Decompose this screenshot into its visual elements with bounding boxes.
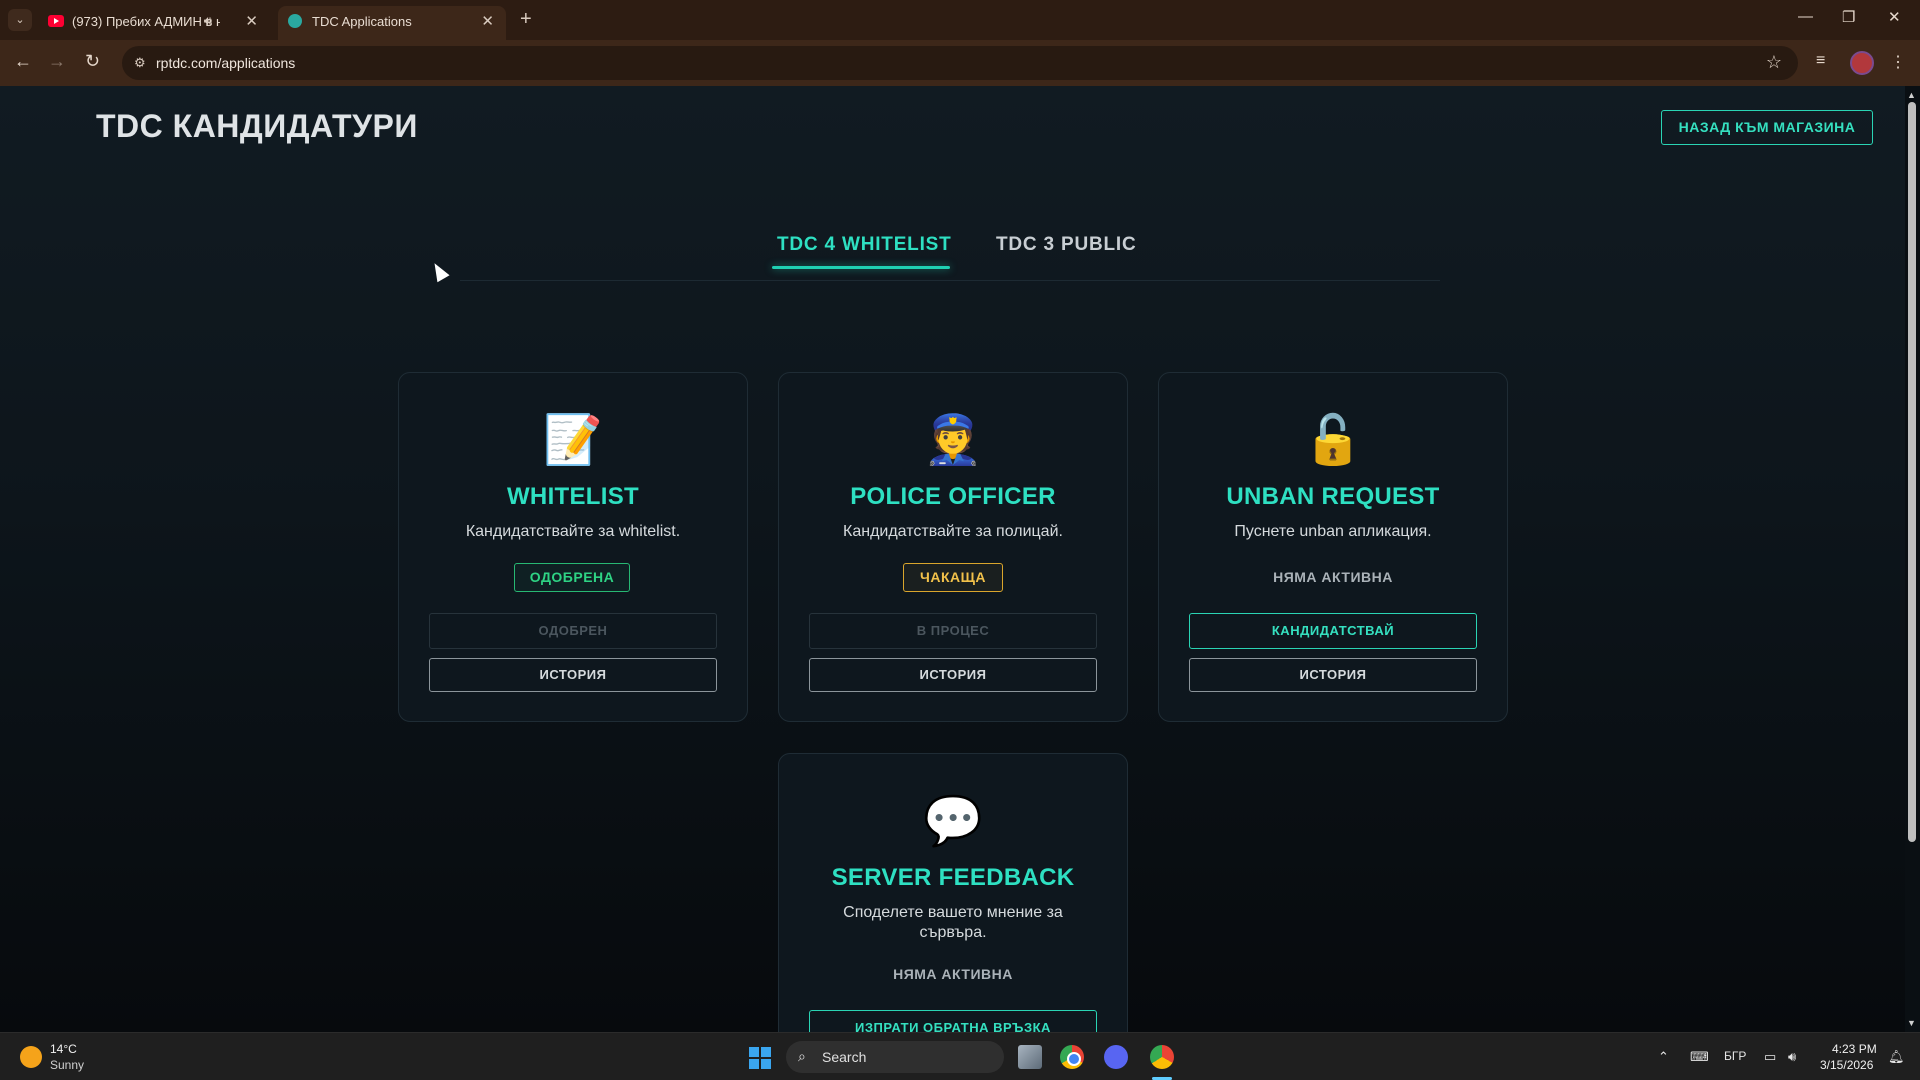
status-text: НЯМА АКТИВНА bbox=[1273, 569, 1393, 585]
media-control-icon[interactable]: ≡ bbox=[1816, 52, 1825, 70]
browser-tab-tdc[interactable]: TDC Applications ✕ bbox=[278, 6, 506, 40]
site-info-icon[interactable]: ⚙ bbox=[134, 55, 146, 71]
card-description: Пуснете unban апликация. bbox=[1234, 523, 1432, 540]
sun-icon[interactable] bbox=[20, 1046, 42, 1068]
keyboard-icon[interactable]: ⌨ bbox=[1690, 1049, 1709, 1065]
forward-arrow-icon[interactable]: → bbox=[48, 51, 66, 72]
search-icon: ⌕ bbox=[798, 1048, 806, 1064]
speech-bubble-icon: 💬 bbox=[923, 795, 983, 848]
weather-condition[interactable]: Sunny bbox=[50, 1058, 84, 1072]
status-badge: ОДОБРЕНА bbox=[514, 563, 630, 592]
memo-icon: 📝 bbox=[543, 414, 603, 467]
taskbar-search[interactable]: ⌕ Search bbox=[786, 1041, 1004, 1073]
page-title: TDC КАНДИДАТУРИ bbox=[96, 108, 418, 144]
clock-date[interactable]: 3/15/2026 bbox=[1820, 1058, 1873, 1072]
tab-search-button[interactable]: ⌄ bbox=[8, 9, 32, 31]
application-card-server-feedback: 💬 SERVER FEEDBACK Споделете вашето мнени… bbox=[778, 753, 1128, 1032]
scroll-up-icon[interactable]: ▲ bbox=[1907, 90, 1916, 100]
clock-time[interactable]: 4:23 PM bbox=[1832, 1042, 1877, 1056]
applications-page: TDC КАНДИДАТУРИ НАЗАД КЪМ МАГАЗИНА TDC 4… bbox=[0, 86, 1905, 1032]
card-description: Кандидатствайте за полицай. bbox=[843, 523, 1063, 540]
approved-button: ОДОБРЕН bbox=[429, 613, 717, 649]
tab-tdc3-public[interactable]: TDC 3 PUBLIC bbox=[996, 234, 1137, 256]
scrollbar-thumb[interactable] bbox=[1908, 102, 1916, 842]
new-tab-icon[interactable]: + bbox=[520, 8, 532, 31]
address-bar[interactable]: ⚙ rptdc.com/applications ☆ bbox=[122, 46, 1798, 80]
speaker-icon[interactable]: 🔊︎ bbox=[204, 13, 212, 29]
language-indicator[interactable]: БГР bbox=[1724, 1049, 1746, 1063]
history-button[interactable]: ИСТОРИЯ bbox=[1189, 658, 1477, 692]
chevron-up-icon[interactable]: ⌃ bbox=[1658, 1049, 1669, 1065]
chrome-profile-icon[interactable] bbox=[1150, 1045, 1174, 1069]
browser-tab-youtube[interactable]: (973) Пребих АДМИН в на 🔊︎ ✕ bbox=[38, 6, 270, 40]
back-arrow-icon[interactable]: ← bbox=[14, 51, 32, 72]
tab-title: TDC Applications bbox=[312, 14, 412, 29]
history-button[interactable]: ИСТОРИЯ bbox=[809, 658, 1097, 692]
card-title: SERVER FEEDBACK bbox=[831, 864, 1075, 891]
browser-tab-bar: ⌄ (973) Пребих АДМИН в на 🔊︎ ✕ TDC Appli… bbox=[0, 0, 1920, 40]
card-description: Кандидатствайте за whitelist. bbox=[465, 523, 681, 540]
profile-avatar[interactable] bbox=[1850, 51, 1874, 75]
volume-icon[interactable]: 🔊︎ bbox=[1788, 1049, 1796, 1065]
card-description: Споделете вашето мнение за сървъра. bbox=[843, 904, 1063, 941]
card-title: UNBAN REQUEST bbox=[1226, 483, 1440, 510]
status-text: НЯМА АКТИВНА bbox=[893, 966, 1013, 982]
apply-button[interactable]: КАНДИДАТСТВАЙ bbox=[1189, 613, 1477, 649]
history-button[interactable]: ИСТОРИЯ bbox=[429, 658, 717, 692]
unlock-icon: 🔓 bbox=[1303, 414, 1363, 467]
window-close-icon[interactable]: ✕ bbox=[1888, 8, 1901, 26]
tab-title: (973) Пребих АДМИН в на bbox=[72, 14, 220, 29]
discord-icon[interactable] bbox=[1104, 1045, 1128, 1069]
in-progress-button: В ПРОЦЕС bbox=[809, 613, 1097, 649]
restore-icon[interactable]: ❐ bbox=[1842, 8, 1855, 26]
browser-toolbar: ← → ↻ ⚙ rptdc.com/applications ☆ ≡ ⋮ bbox=[0, 40, 1920, 86]
card-title: POLICE OFFICER bbox=[850, 483, 1056, 510]
tabs-divider bbox=[460, 280, 1440, 281]
application-card-police-officer: 👮 POLICE OFFICER Кандидатствайте за поли… bbox=[778, 372, 1128, 722]
application-card-whitelist: 📝 WHITELIST Кандидатствайте за whitelist… bbox=[398, 372, 748, 722]
windows-taskbar: 14°C Sunny ⌕ Search ⌃ ⌨ БГР ▭ 🔊︎ 4:23 PM… bbox=[0, 1032, 1920, 1080]
status-badge: ЧАКАЩА bbox=[903, 563, 1003, 592]
police-officer-icon: 👮 bbox=[923, 414, 983, 467]
card-title: WHITELIST bbox=[506, 483, 640, 510]
notification-icon[interactable]: 🔔︎ bbox=[1888, 1049, 1905, 1065]
windows-start-icon[interactable] bbox=[749, 1047, 771, 1069]
active-tab-indicator bbox=[772, 266, 950, 269]
weather-temperature[interactable]: 14°C bbox=[50, 1042, 77, 1056]
close-tab-icon[interactable]: ✕ bbox=[245, 12, 258, 30]
bookmark-star-icon[interactable]: ☆ bbox=[1766, 52, 1782, 73]
minimize-icon[interactable]: — bbox=[1798, 8, 1813, 25]
tdc-icon bbox=[288, 14, 302, 28]
address-url[interactable]: rptdc.com/applications bbox=[156, 55, 295, 71]
reload-icon[interactable]: ↻ bbox=[85, 51, 100, 72]
youtube-icon bbox=[48, 15, 64, 27]
mouse-cursor-icon bbox=[428, 259, 450, 283]
scroll-down-icon[interactable]: ▼ bbox=[1907, 1018, 1916, 1028]
tab-tdc4-whitelist[interactable]: TDC 4 WHITELIST bbox=[777, 234, 952, 256]
network-icon[interactable]: ▭ bbox=[1764, 1049, 1776, 1065]
close-tab-icon[interactable]: ✕ bbox=[481, 12, 494, 30]
application-card-unban-request: 🔓 UNBAN REQUEST Пуснете unban апликация.… bbox=[1158, 372, 1508, 722]
back-to-store-button[interactable]: НАЗАД КЪМ МАГАЗИНА bbox=[1661, 110, 1873, 145]
send-feedback-button[interactable]: ИЗПРАТИ ОБРАТНА ВРЪЗКА bbox=[809, 1010, 1097, 1032]
task-view-icon[interactable] bbox=[1018, 1045, 1042, 1069]
menu-dots-icon[interactable]: ⋮ bbox=[1890, 52, 1906, 72]
chrome-icon[interactable] bbox=[1060, 1045, 1084, 1069]
search-label: Search bbox=[822, 1049, 867, 1065]
